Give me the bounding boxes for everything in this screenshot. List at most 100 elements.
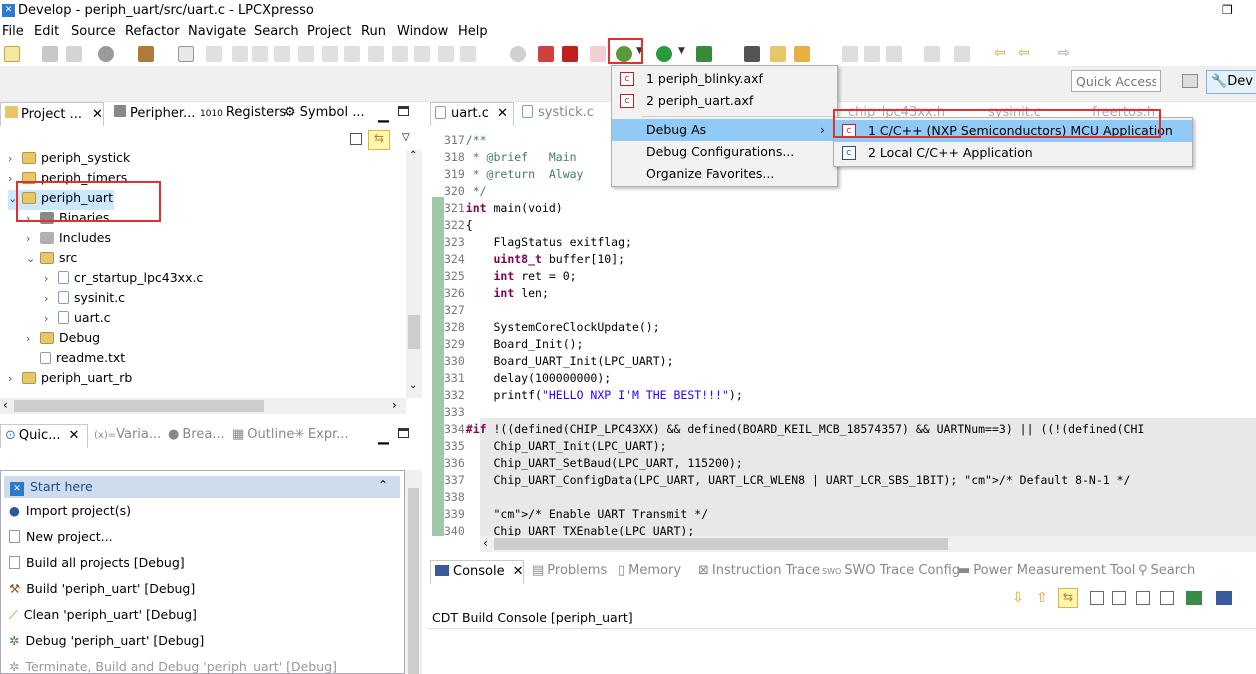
scroll-up-icon[interactable]: ⌃	[409, 150, 417, 161]
new-project-item[interactable]: New project...	[9, 525, 113, 549]
new-icon[interactable]	[4, 46, 20, 62]
perspective-develop-button[interactable]: 🔧Dev	[1206, 70, 1256, 94]
tree-item-uart-c[interactable]: › uart.c	[44, 310, 110, 330]
collapse-all-icon[interactable]	[350, 133, 362, 145]
tab-registers[interactable]: 1010 Registers	[196, 102, 290, 126]
paste-icon[interactable]	[1112, 591, 1126, 605]
tab-swo-trace-config[interactable]: SWO SWO Trace Config	[818, 560, 964, 584]
debug-project-item[interactable]: ✲ Debug 'periph_uart' [Debug]	[9, 629, 204, 653]
clean-project-item[interactable]: ⟋ Clean 'periph_uart' [Debug]	[9, 603, 197, 627]
build-all-item[interactable]: Build all projects [Debug]	[9, 551, 185, 575]
debug-as-mcu-application[interactable]: C1 C/C++ (NXP Semiconductors) MCU Applic…	[834, 120, 1192, 142]
annotation-prev-icon[interactable]	[954, 46, 970, 62]
save-icon[interactable]	[42, 46, 58, 62]
tab-power-measurement[interactable]: ▬ Power Measurement Tool	[954, 560, 1139, 584]
tree-item-periph-uart-rb[interactable]: › periph_uart_rb	[8, 370, 132, 390]
open-perspective-icon[interactable]	[1182, 74, 1198, 88]
link-editor-icon[interactable]: ⇆	[368, 130, 390, 150]
edit-icon[interactable]	[842, 46, 858, 62]
restart-icon[interactable]	[392, 46, 408, 62]
terminate-icon[interactable]	[274, 46, 290, 62]
quickstart-start-here[interactable]: ✕ Start here ⌃	[4, 476, 400, 498]
scroll-down-icon[interactable]: ⌄	[409, 380, 417, 391]
close-tab-icon[interactable]: ✕	[513, 564, 524, 579]
menu-run[interactable]: Run	[361, 24, 386, 39]
copy-icon[interactable]	[1090, 591, 1104, 605]
tree-item-periph-uart[interactable]: ⌄ periph_uart	[8, 190, 114, 210]
tab-instruction-trace[interactable]: ⊠ Instruction Trace	[694, 560, 824, 584]
minimize-icon[interactable]: ▁	[378, 429, 389, 445]
collapse-icon[interactable]: ⌃	[378, 478, 388, 492]
scroll-lock-down-icon[interactable]: ⇩	[1012, 590, 1024, 606]
tab-memory[interactable]: ▯ Memory	[614, 560, 685, 584]
menu-refactor[interactable]: Refactor	[125, 24, 180, 39]
tab-expressions[interactable]: ✳ Expr...	[290, 424, 353, 448]
step-over-icon[interactable]	[322, 46, 338, 62]
maximize-icon[interactable]	[398, 106, 409, 116]
tree-item-cr-startup[interactable]: › cr_startup_lpc43xx.c	[44, 270, 203, 290]
chip-icon[interactable]	[744, 46, 760, 62]
back-arrow-icon[interactable]: ⇦	[994, 46, 1010, 62]
tree-item-periph-systick[interactable]: › periph_systick	[8, 150, 130, 170]
page2-icon[interactable]	[886, 46, 902, 62]
link-icon[interactable]	[538, 46, 554, 62]
close-tab-icon[interactable]: ✕	[497, 106, 508, 121]
tab-project-explorer[interactable]: Project ... ✕	[0, 102, 104, 126]
tab-systick-c[interactable]: systick.c	[518, 102, 598, 126]
scroll-thumb[interactable]	[408, 488, 419, 674]
settings-icon[interactable]	[98, 46, 114, 62]
waveform-icon[interactable]	[590, 46, 606, 62]
instr-step-icon[interactable]	[368, 46, 384, 62]
menu-window[interactable]: Window	[397, 24, 448, 39]
maximize-icon[interactable]	[398, 428, 409, 438]
scroll-thumb[interactable]	[494, 538, 948, 550]
page-icon[interactable]	[864, 46, 880, 62]
tree-item-includes[interactable]: › Includes	[26, 230, 111, 250]
refresh-icon[interactable]	[510, 46, 526, 62]
view-menu-icon[interactable]: ▽	[402, 132, 410, 143]
scroll-left-icon[interactable]: ‹	[483, 536, 488, 550]
quick-access-input[interactable]	[1071, 70, 1161, 92]
close-tab-icon[interactable]: ✕	[92, 107, 103, 122]
forward-icon[interactable]: ⇨	[1058, 46, 1074, 62]
back-icon[interactable]: ⇦	[1018, 46, 1034, 62]
tab-console[interactable]: Console ✕	[430, 560, 524, 584]
menu-search[interactable]: Search	[254, 24, 299, 39]
skip-icon[interactable]	[206, 46, 222, 62]
debug-history-periph-blinky[interactable]: C1 periph_blinky.axf	[612, 68, 837, 90]
list-icon[interactable]	[460, 46, 476, 62]
tree-item-sysinit[interactable]: › sysinit.c	[44, 290, 125, 310]
clear-console-icon[interactable]	[1136, 591, 1150, 605]
tree-item-src[interactable]: ⌄ src	[26, 250, 77, 270]
debug-as-local-application[interactable]: C2 Local C/C++ Application	[834, 142, 1192, 164]
debug-configurations-item[interactable]: Debug Configurations...	[612, 141, 837, 163]
tab-variables[interactable]: (x)=Varia...	[90, 424, 165, 448]
tree-item-readme[interactable]: readme.txt	[26, 350, 125, 370]
debug-dropdown-icon[interactable]: ▼	[636, 46, 644, 62]
tab-breakpoints[interactable]: ● Brea...	[164, 424, 229, 448]
save-all-icon[interactable]	[66, 46, 82, 62]
import-projects-item[interactable]: ● Import project(s)	[9, 499, 131, 523]
open-folder-icon[interactable]	[770, 46, 786, 62]
scroll-thumb[interactable]	[14, 400, 264, 412]
debug-history-periph-uart[interactable]: C2 periph_uart.axf	[612, 90, 837, 112]
redo-icon[interactable]	[438, 46, 454, 62]
tab-symbol-viewer[interactable]: ⚙ Symbol ...	[280, 102, 369, 126]
menu-help[interactable]: Help	[458, 24, 488, 39]
open-console-icon[interactable]	[1186, 591, 1202, 605]
menu-edit[interactable]: Edit	[34, 24, 59, 39]
display-console-icon[interactable]	[1216, 591, 1232, 605]
quickstart-vscroll[interactable]	[405, 470, 422, 674]
tab-search[interactable]: ⚲ Search	[1134, 560, 1199, 584]
close-tab-icon[interactable]: ✕	[69, 428, 80, 443]
step-return-icon[interactable]	[344, 46, 360, 62]
scroll-thumb[interactable]	[408, 315, 420, 349]
external-tools-icon[interactable]	[696, 46, 712, 62]
console-output[interactable]	[428, 628, 1256, 674]
tree-item-periph-timers[interactable]: › periph_timers	[8, 170, 127, 190]
menu-file[interactable]: File	[2, 24, 24, 39]
organize-favorites-item[interactable]: Organize Favorites...	[612, 163, 837, 185]
pin-console-icon[interactable]: ⇆	[1058, 588, 1078, 608]
restore-window-button[interactable]: ❐	[1222, 3, 1233, 17]
tab-problems[interactable]: ▤ Problems	[528, 560, 611, 584]
